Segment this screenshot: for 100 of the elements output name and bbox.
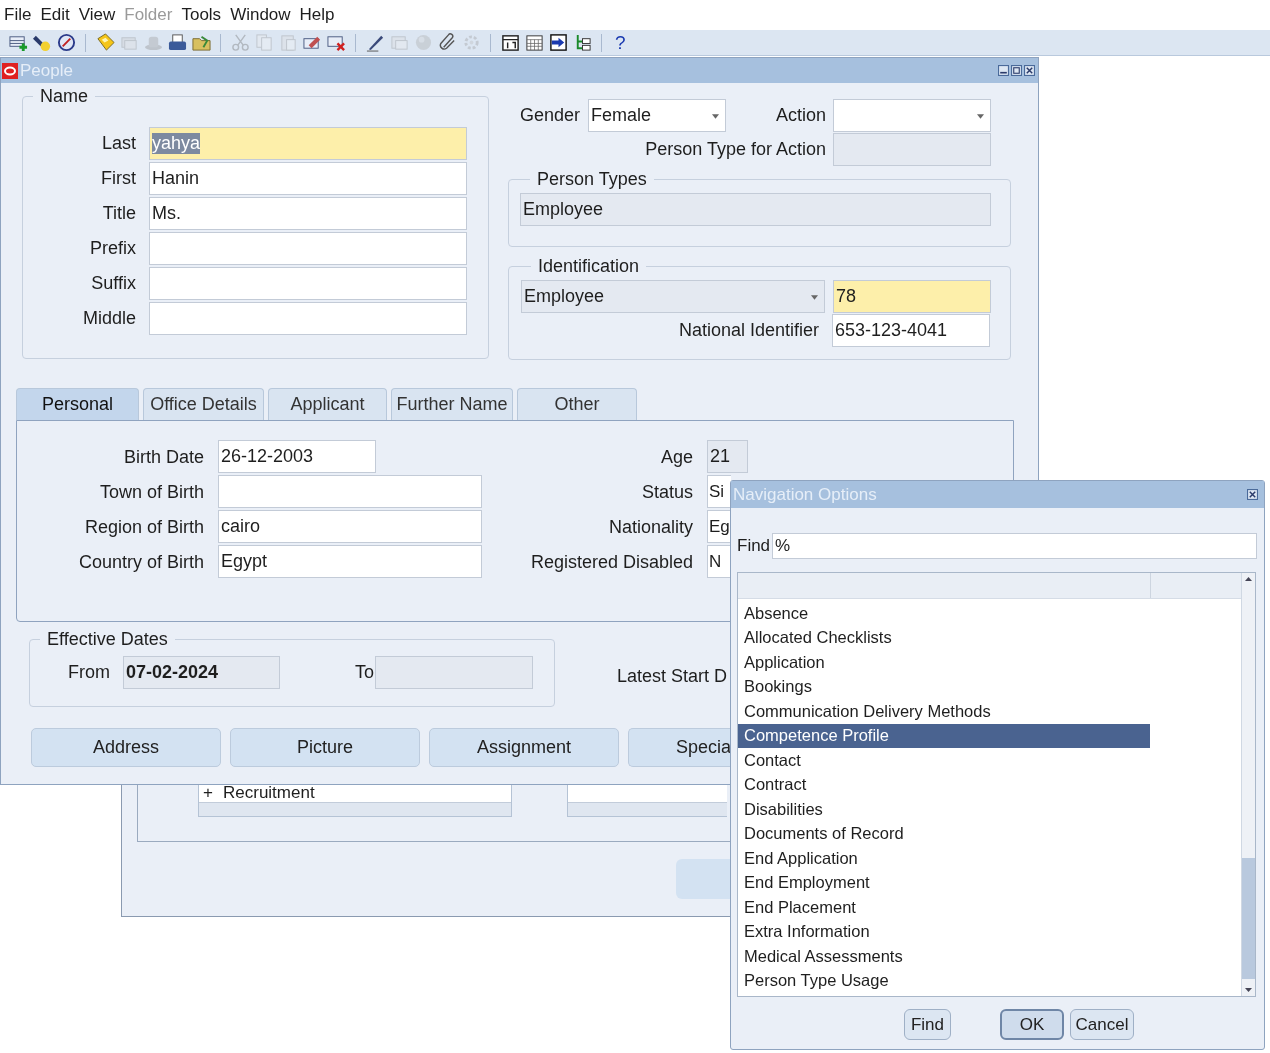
floppy-icon[interactable]	[95, 33, 115, 52]
add-row-icon[interactable]	[8, 33, 28, 52]
action-button[interactable]: Assignment	[429, 728, 619, 767]
list-item[interactable]: Extra Information	[738, 919, 1150, 944]
calendar-icon[interactable]	[500, 33, 520, 52]
dialog-button[interactable]: Cancel	[1070, 1009, 1134, 1040]
close-icon[interactable]	[1024, 65, 1035, 76]
text-field[interactable]: Employee	[520, 193, 991, 226]
field-label: Gender	[519, 104, 582, 126]
folder-icon[interactable]	[191, 33, 211, 52]
field-label: To	[354, 662, 374, 683]
field-label: Nationality	[607, 515, 693, 539]
text-field[interactable]: 26-12-2003	[218, 440, 376, 473]
field-label: Latest Start D	[617, 665, 728, 687]
list-item[interactable]: Communication Delivery Methods	[738, 699, 1150, 724]
field-label: Birth Date	[122, 445, 204, 469]
field-label: National Identifier	[677, 320, 819, 341]
scrollbar[interactable]	[1241, 573, 1255, 996]
text-field[interactable]: Egypt	[218, 545, 482, 578]
menu-item[interactable]: View	[78, 5, 116, 25]
dialog-button[interactable]: OK	[1000, 1009, 1064, 1040]
find-field[interactable]: %	[772, 533, 1258, 559]
scrollbar[interactable]	[568, 802, 727, 816]
flashlight-icon[interactable]	[32, 33, 52, 52]
group-title: Effective Dates	[46, 629, 169, 650]
help-button[interactable]: ?	[615, 31, 626, 54]
list-item[interactable]: End Placement	[738, 895, 1150, 920]
compass-icon[interactable]	[56, 33, 76, 52]
list-item[interactable]: Documents of Record	[738, 821, 1150, 846]
text-field[interactable]	[833, 132, 991, 166]
text-field[interactable]: N	[707, 545, 731, 578]
text-field[interactable]: cairo	[218, 510, 482, 543]
text-field[interactable]: Eg	[707, 510, 731, 543]
scrollbar[interactable]	[199, 802, 511, 816]
field-label: Age	[659, 445, 693, 469]
list-item[interactable]: End Application	[738, 846, 1150, 871]
close-icon[interactable]	[1247, 489, 1258, 500]
list-item[interactable]: Person Type Usage	[738, 968, 1150, 993]
text-field[interactable]: Hanin	[149, 162, 467, 195]
menu-item[interactable]: Help	[299, 5, 335, 25]
delete-row-icon[interactable]	[326, 33, 346, 52]
caret-icon	[712, 113, 719, 119]
text-field[interactable]: Si	[707, 475, 731, 508]
list-item[interactable]: Allocated Checklists	[738, 625, 1150, 650]
dropdown[interactable]: Employee	[521, 280, 825, 313]
text-field[interactable]	[149, 232, 467, 265]
maximize-icon[interactable]	[1011, 65, 1022, 76]
menu-item[interactable]: File	[4, 5, 32, 25]
menu-item[interactable]: Edit	[40, 5, 70, 25]
minimize-icon[interactable]	[998, 65, 1009, 76]
action-button[interactable]: Picture	[230, 728, 420, 767]
field-label: First	[100, 167, 136, 190]
group-title: Person Types	[536, 169, 648, 190]
action-button[interactable]: Address	[31, 728, 221, 767]
action-button[interactable]: Specia	[628, 728, 731, 767]
date-field[interactable]: 07-02-2024	[123, 656, 280, 689]
dropdown[interactable]	[833, 98, 991, 132]
calendar-grid-icon[interactable]	[524, 33, 544, 52]
date-field[interactable]	[375, 656, 533, 689]
menu-item[interactable]: Tools	[181, 5, 222, 25]
field-label: Find	[737, 535, 771, 557]
field-label: Last	[100, 132, 136, 155]
field-label: Region of Birth	[83, 515, 204, 539]
list-item[interactable]: Absence	[738, 601, 1150, 626]
scroll-thumb[interactable]	[1242, 858, 1255, 979]
text-field[interactable]	[149, 267, 467, 300]
pen-icon[interactable]	[365, 33, 385, 52]
list-item[interactable]: Contract	[738, 772, 1150, 797]
list-item[interactable]: End Employment	[738, 870, 1150, 895]
text-field[interactable]: 78	[833, 280, 991, 313]
group-title: Name	[39, 86, 89, 107]
expand-toggle[interactable]: +	[203, 784, 219, 802]
tab[interactable]: Applicant	[268, 388, 387, 420]
text-field[interactable]	[218, 475, 482, 508]
text-field[interactable]: 21	[707, 440, 748, 473]
printer-icon[interactable]	[167, 33, 187, 52]
list-item[interactable]: Contact	[738, 748, 1150, 773]
field-label: Prefix	[89, 237, 136, 260]
field-label: Town of Birth	[98, 480, 204, 504]
list-item[interactable]: Disabilities	[738, 797, 1150, 822]
list-item[interactable]: Bookings	[738, 674, 1150, 699]
tab[interactable]: Other	[517, 388, 637, 420]
tab[interactable]: Further Name	[391, 388, 513, 420]
tree-item[interactable]: Recruitment	[223, 784, 315, 802]
dialog-button[interactable]: Find	[904, 1009, 951, 1040]
list-item[interactable]: Application	[738, 650, 1150, 675]
dialog-title: Navigation Options	[733, 484, 877, 505]
dropdown[interactable]: Female	[588, 98, 726, 132]
field-label: Country of Birth	[77, 550, 204, 574]
paperclip-icon[interactable]	[437, 33, 457, 52]
tab[interactable]: Personal	[16, 388, 139, 420]
field-label: Person Type for Action	[644, 138, 826, 160]
text-field[interactable]	[149, 302, 467, 335]
tab[interactable]: Office Details	[143, 388, 264, 420]
text-field[interactable]: 653-123-4041	[832, 314, 990, 347]
field-label: Registered Disabled	[529, 550, 693, 574]
menu-item[interactable]: Window	[230, 5, 291, 25]
list-item[interactable]: Medical Assessments	[738, 944, 1150, 969]
text-field[interactable]: Ms.	[149, 197, 467, 230]
list-item[interactable]: Competence Profile	[738, 723, 1150, 748]
